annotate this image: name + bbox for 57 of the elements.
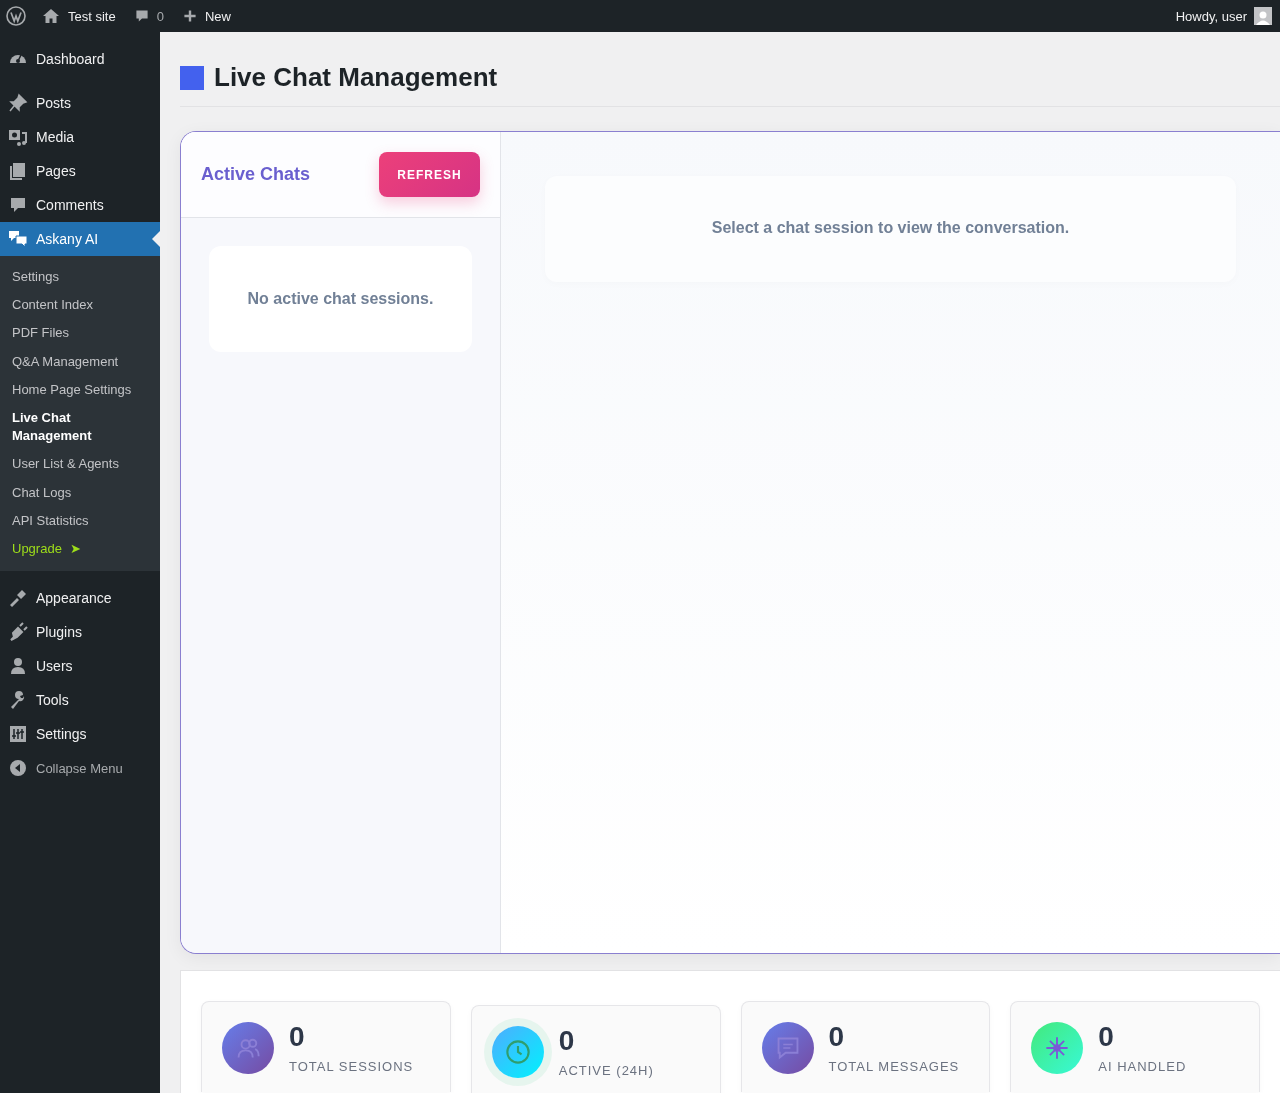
menu-item[interactable]: Appearance — [0, 581, 160, 616]
submenu-item[interactable]: Settings — [0, 263, 160, 292]
submenu-item[interactable]: Home Page Settings — [0, 375, 160, 404]
submenu-item[interactable]: User List & Agents — [0, 450, 160, 479]
speech-bubble-icon — [8, 195, 28, 215]
upgrade-link[interactable]: Upgrade ➤ — [0, 534, 160, 564]
stat-value: 0 — [828, 1022, 846, 1053]
menu-item[interactable]: Settings — [0, 717, 160, 752]
collapse-menu-button[interactable]: Collapse Menu — [0, 751, 160, 786]
empty-message: No active chat sessions. — [209, 246, 472, 352]
menu-item[interactable]: Comments — [0, 188, 160, 222]
person-icon — [8, 656, 28, 677]
select-chat-message: Select a chat session to view the conversation. — [711, 219, 1070, 237]
submenu-item[interactable]: Chat Logs — [0, 478, 160, 507]
plug-icon — [8, 622, 28, 643]
media-icon — [8, 127, 28, 147]
menu-item[interactable]: Media — [0, 120, 160, 154]
pages-icon — [8, 161, 28, 181]
menu-item[interactable]: Users — [0, 649, 160, 684]
paintbrush-icon — [8, 588, 28, 609]
submenu-item[interactable]: Q&A Management — [0, 347, 160, 376]
menu-item[interactable]: Dashboard — [0, 42, 160, 76]
submenu-item[interactable]: Content Index — [0, 291, 160, 320]
sliders-icon — [8, 724, 28, 745]
new-link[interactable]: New — [172, 0, 240, 32]
submenu-item[interactable]: Live Chat Management — [0, 403, 160, 451]
submenu-item[interactable]: API Statistics — [0, 506, 160, 535]
site-link[interactable]: Test site — [32, 0, 125, 32]
avatar-icon — [1254, 7, 1272, 25]
stat-value: 0 — [558, 1026, 576, 1057]
wordpress-logo-icon — [6, 6, 26, 26]
sparkle-icon — [1044, 1035, 1071, 1061]
menu-item[interactable]: Posts — [0, 86, 160, 120]
submenu-item[interactable]: PDF Files — [0, 319, 160, 348]
title-square-icon — [180, 65, 204, 90]
stat-value: 0 — [289, 1022, 306, 1053]
stat-label: TOTAL MESSAGES — [828, 1058, 960, 1074]
stat-value: 0 — [1098, 1022, 1115, 1053]
home-icon — [41, 6, 61, 26]
chat-bubbles-icon — [8, 229, 28, 249]
menu-item[interactable]: Plugins — [0, 615, 160, 650]
menu-item[interactable]: Pages — [0, 154, 160, 188]
account-link[interactable]: Howdy, user — [1166, 0, 1272, 32]
panel-heading: Active Chats — [201, 164, 311, 185]
speech-bubble-icon — [133, 8, 150, 24]
stat-label: AI HANDLED — [1098, 1058, 1187, 1074]
clock-icon — [504, 1039, 531, 1065]
menu-item[interactable]: Askany AI — [0, 222, 160, 256]
refresh-button[interactable]: REFRESH — [379, 152, 480, 197]
page-title: Live Chat Management — [214, 62, 498, 93]
stat-label: ACTIVE (24H) — [558, 1062, 654, 1078]
pushpin-icon — [8, 93, 28, 113]
plus-icon — [181, 8, 198, 24]
comments-link[interactable]: 0 — [124, 0, 173, 32]
menu-item[interactable]: Tools — [0, 683, 160, 718]
arrow-icon: ➤ — [69, 540, 81, 556]
stat-label: TOTAL SESSIONS — [289, 1058, 414, 1074]
